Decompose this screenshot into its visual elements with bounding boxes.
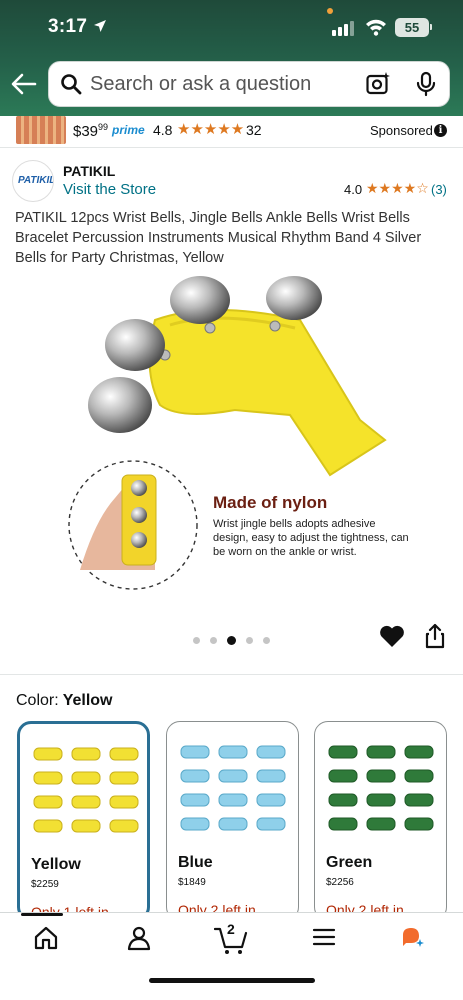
color-option-name: Yellow — [31, 856, 81, 873]
status-time: 3:17 — [48, 16, 88, 37]
carousel-dot[interactable] — [193, 637, 200, 645]
color-option-green[interactable]: Green $2256 Only 2 left in — [314, 721, 447, 921]
search-input[interactable]: Search or ask a question — [90, 73, 311, 96]
status-bar: 3:17 55 — [0, 8, 463, 42]
sponsored-price: $3999 — [73, 122, 109, 140]
product-rating[interactable]: 4.0 — [344, 182, 362, 197]
app-header: 3:17 55 Search or ask a question — [0, 0, 463, 116]
image-caption: Wrist jingle bells adopts adhesive desig… — [213, 518, 409, 558]
rufus-icon[interactable] — [400, 925, 428, 958]
home-indicator[interactable] — [149, 978, 315, 983]
cart-count: 2 — [227, 921, 235, 937]
color-option-price: $1849 — [178, 877, 206, 888]
image-carousel-dots[interactable] — [193, 632, 280, 646]
product-title: PATIKIL 12pcs Wrist Bells, Jingle Bells … — [15, 210, 422, 266]
sponsored-product-thumbnail[interactable] — [16, 116, 66, 144]
divider — [0, 674, 463, 675]
color-option-price: $2256 — [326, 877, 354, 888]
color-option-image — [33, 747, 139, 833]
color-option-name: Blue — [178, 854, 213, 871]
back-arrow-icon[interactable] — [10, 70, 38, 98]
cellular-signal-icon — [332, 20, 356, 41]
battery-cap — [430, 24, 432, 30]
recording-dot-icon — [327, 8, 333, 14]
camera-lens-icon[interactable] — [365, 71, 391, 102]
divider — [0, 147, 463, 148]
battery-icon: 55 — [395, 18, 429, 37]
color-option-name: Green — [326, 854, 373, 871]
cart-icon[interactable]: 2 — [213, 921, 248, 960]
product-review-count[interactable]: (3) — [431, 182, 447, 197]
image-heading: Made of nylon — [213, 493, 328, 512]
sponsored-label: Sponsored — [370, 123, 433, 138]
location-arrow-icon — [93, 19, 107, 38]
carousel-dot[interactable] — [263, 637, 270, 645]
sponsored-review-count: 32 — [246, 122, 262, 138]
search-icon — [60, 73, 82, 100]
brand-name: PATIKIL — [63, 163, 116, 179]
info-icon[interactable]: i — [434, 124, 447, 137]
heart-icon[interactable] — [379, 624, 405, 653]
product-stars-icon[interactable]: ★★★★☆ — [366, 180, 429, 197]
carousel-dot-active[interactable] — [227, 636, 236, 646]
wifi-icon — [365, 18, 387, 41]
brand-logo[interactable]: PATIKIL — [12, 160, 54, 202]
carousel-dot[interactable] — [246, 637, 253, 645]
search-bar[interactable]: Search or ask a question — [48, 61, 450, 107]
sponsored-stars-icon: ★★★★★ — [177, 121, 245, 138]
color-option-blue[interactable]: Blue $1849 Only 2 left in — [166, 721, 299, 921]
microphone-icon[interactable] — [415, 71, 437, 102]
color-option-image — [328, 745, 434, 831]
color-option-image — [180, 745, 286, 831]
sponsored-rating: 4.8 — [153, 122, 173, 138]
visit-store-link[interactable]: Visit the Store — [63, 181, 156, 198]
active-tab-indicator — [21, 913, 63, 916]
menu-icon[interactable] — [312, 925, 336, 954]
bottom-navigation: 2 — [0, 912, 463, 1000]
sponsored-product-strip[interactable]: $3999 prime 4.8 ★★★★★ 32 Sponsored i — [0, 116, 463, 144]
color-label: Color: Yellow — [16, 692, 113, 709]
carousel-dot[interactable] — [210, 637, 217, 645]
account-icon[interactable] — [126, 925, 152, 956]
prime-badge: prime — [112, 123, 145, 137]
color-option-price: $2259 — [31, 879, 59, 890]
home-icon[interactable] — [33, 925, 59, 956]
selected-color: Yellow — [62, 692, 113, 709]
share-icon[interactable] — [424, 623, 446, 654]
color-option-yellow[interactable]: Yellow $2259 Only 1 left in — [17, 721, 150, 921]
